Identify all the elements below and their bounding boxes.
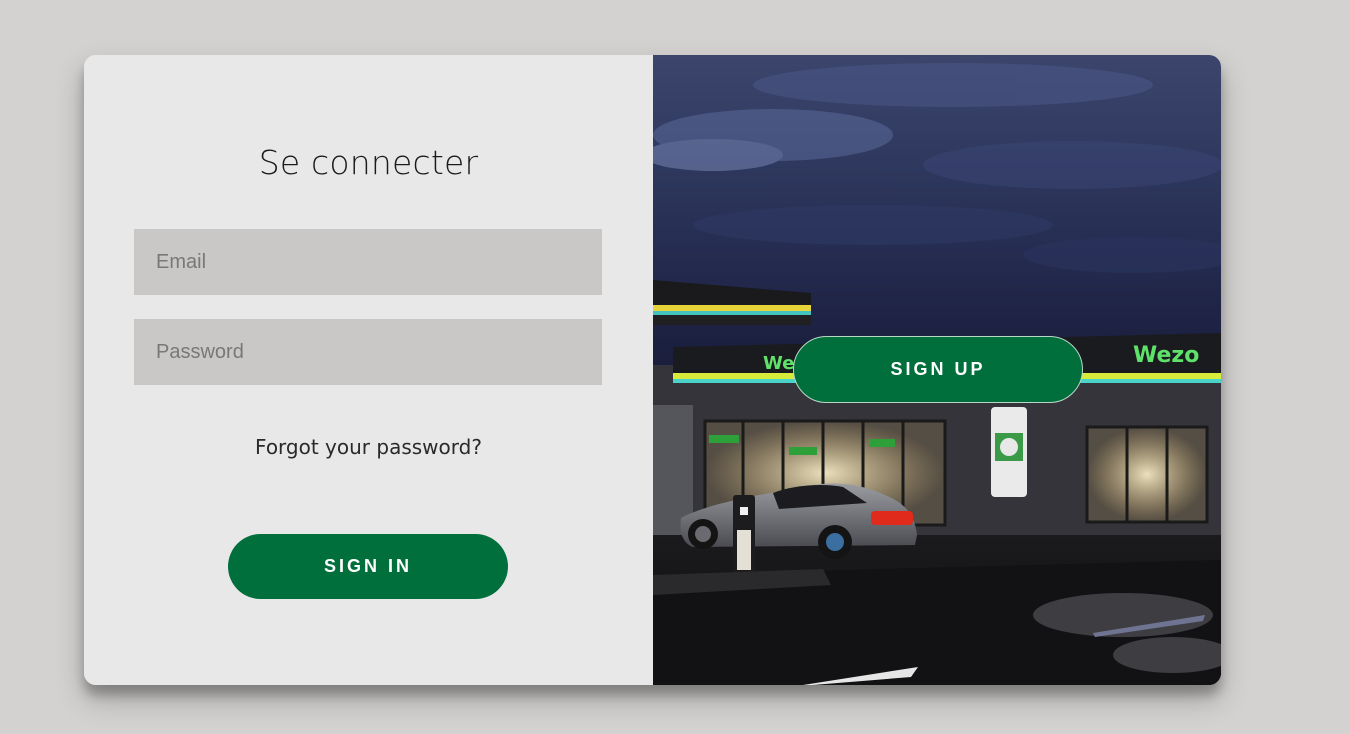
email-field[interactable] — [134, 229, 602, 295]
fuel-pump — [733, 495, 755, 575]
forgot-password-link[interactable]: Forgot your password? — [84, 435, 653, 459]
page-title: Se connecter — [258, 143, 479, 182]
auth-card: Se connecter Forgot your password? SIGN … — [84, 55, 1221, 685]
sign-in-button[interactable]: SIGN IN — [228, 534, 508, 599]
sign-in-panel: Se connecter Forgot your password? SIGN … — [84, 55, 653, 685]
shop-window — [1087, 427, 1207, 522]
password-field[interactable] — [134, 319, 602, 385]
brand-sign: Wezo — [1133, 343, 1199, 368]
sign-up-button[interactable]: SIGN UP — [793, 336, 1083, 403]
overlay-panel: Wezo Wez SIGN UP — [653, 55, 1221, 685]
